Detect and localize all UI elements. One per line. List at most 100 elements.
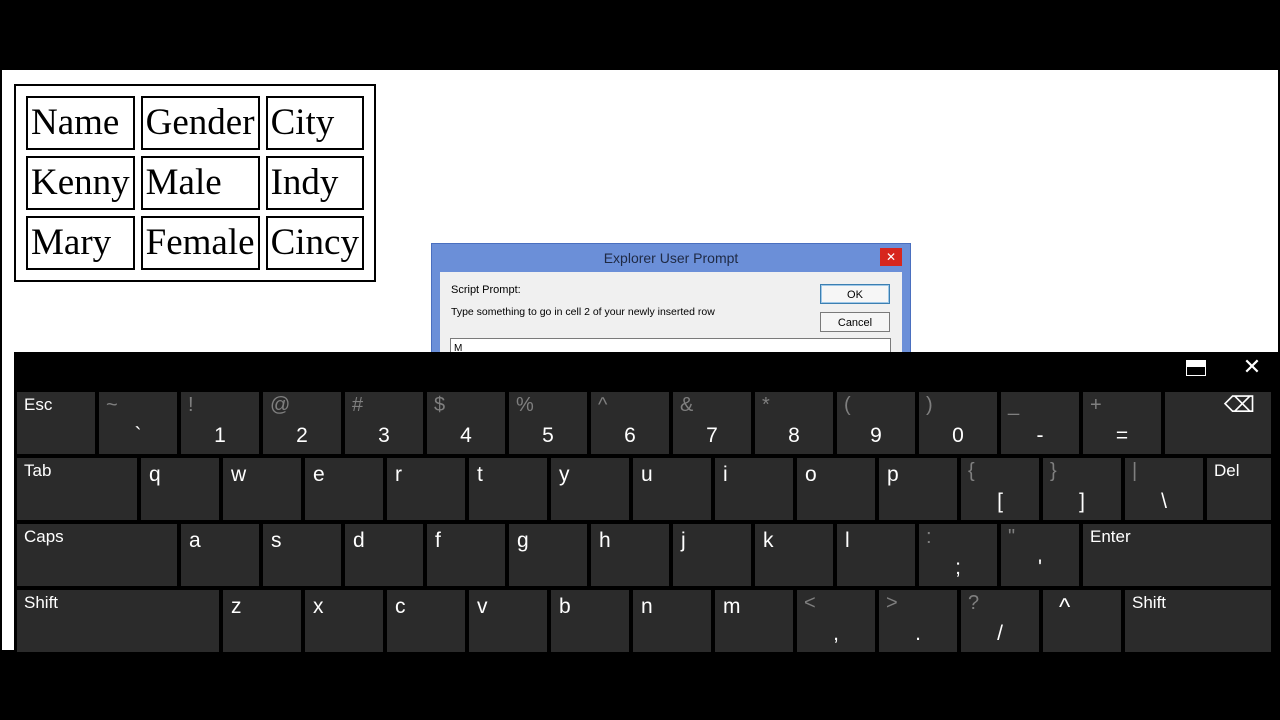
key-d[interactable]: d [345,524,423,586]
key-symbol[interactable]: >. [879,590,957,652]
key-secondary-label: @ [270,394,291,416]
key-del[interactable]: Del [1207,458,1271,520]
key-v[interactable]: v [469,590,547,652]
key-label: = [1115,424,1129,447]
key-h[interactable]: h [591,524,669,586]
key-symbol[interactable]: ⌫ [1165,392,1271,454]
key-secondary-label: ~ [106,394,118,416]
keyboard-close-button[interactable]: ✕ [1242,356,1262,378]
key-symbol[interactable]: }] [1043,458,1121,520]
key-shift[interactable]: Shift [17,590,219,652]
key-symbol[interactable]: " ' [1001,524,1079,586]
key-e[interactable]: e [305,458,383,520]
key-secondary-label: * [762,394,770,416]
key-n[interactable]: n [633,590,711,652]
key-label: 6 [624,424,636,447]
keyboard-titlebar: ✕ [14,352,1280,388]
key-secondary-label: ^ [598,394,608,416]
key-label: n [641,595,653,618]
table-cell: City [265,96,364,150]
key-u[interactable]: u [633,458,711,520]
key-label: ' [1037,556,1042,579]
key-o[interactable]: o [797,458,875,520]
key-symbol[interactable]: | \ [1125,458,1203,520]
key-label: b [559,595,571,618]
key-label: q [149,463,161,486]
key-w[interactable]: w [223,458,301,520]
ok-button[interactable]: OK [820,284,890,304]
key-symbol[interactable]: <, [797,590,875,652]
key-7[interactable]: & 7 [673,392,751,454]
key-8[interactable]: * 8 [755,392,833,454]
dialog-close-button[interactable]: ✕ [880,248,902,266]
key-x[interactable]: x [305,590,383,652]
key-label: a [189,529,201,552]
key-5[interactable]: % 5 [509,392,587,454]
key-symbol[interactable]: + = [1083,392,1161,454]
key-3[interactable]: #3 [345,392,423,454]
key-enter[interactable]: Enter [1083,524,1271,586]
key-secondary-label: ) [926,394,933,416]
key-label: Shift [24,593,59,612]
key-g[interactable]: g [509,524,587,586]
key-k[interactable]: k [755,524,833,586]
touch-keyboard: ✕ Esc ~ `! 1 @2 #3 $4% 5 ^ 6 & 7 * 8(9) 0 _ - + = ⌫ Tab q w e r t… [14,352,1280,652]
key-m[interactable]: m [715,590,793,652]
key-secondary-label: % [516,394,534,416]
key-label: 9 [870,424,882,447]
key-f[interactable]: f [427,524,505,586]
key-label: h [599,529,611,552]
key-2[interactable]: @2 [263,392,341,454]
key-b[interactable]: b [551,590,629,652]
key-label: j [681,529,686,552]
key-s[interactable]: s [263,524,341,586]
key-9[interactable]: (9 [837,392,915,454]
key-secondary-label: ? [968,592,980,614]
key-q[interactable]: q [141,458,219,520]
key-symbol[interactable]: {[ [961,458,1039,520]
key-symbol[interactable]: ? / [961,590,1039,652]
key-shift[interactable]: Shift [1125,590,1271,652]
key-secondary-label: < [804,592,816,614]
key-0[interactable]: ) 0 [919,392,997,454]
key-label: r [395,463,402,486]
key-label: 1 [214,424,226,447]
key-tab[interactable]: Tab [17,458,137,520]
key-i[interactable]: i [715,458,793,520]
key-secondary-label: & [680,394,694,416]
key-4[interactable]: $4 [427,392,505,454]
key-esc[interactable]: Esc [17,392,95,454]
key-symbol[interactable]: ~ ` [99,392,177,454]
key-label: u [641,463,653,486]
dock-keyboard-button[interactable] [1186,360,1206,376]
key-6[interactable]: ^ 6 [591,392,669,454]
key-c[interactable]: c [387,590,465,652]
key-p[interactable]: p [879,458,957,520]
key-a[interactable]: a [181,524,259,586]
key-y[interactable]: y [551,458,629,520]
key-l[interactable]: l [837,524,915,586]
chevron-up-icon: ^ [1059,594,1071,621]
key-j[interactable]: j [673,524,751,586]
key-symbol[interactable]: ^ [1043,590,1121,652]
key-label: e [313,463,325,486]
cancel-button[interactable]: Cancel [820,312,890,332]
dialog-title: Explorer User Prompt [603,250,739,266]
key-label: Esc [24,395,53,414]
key-secondary-label: { [968,460,975,482]
key-label: Shift [1132,593,1167,612]
key-caps[interactable]: Caps [17,524,177,586]
key-label: 4 [460,424,472,447]
key-r[interactable]: r [387,458,465,520]
key-secondary-label: + [1090,394,1102,416]
close-icon: ✕ [1242,354,1262,379]
key-symbol[interactable]: _ - [1001,392,1079,454]
table-cell: Name [26,96,135,150]
key-secondary-label: } [1050,460,1057,482]
key-t[interactable]: t [469,458,547,520]
key-label: v [477,595,488,618]
key-1[interactable]: ! 1 [181,392,259,454]
key-z[interactable]: z [223,590,301,652]
key-symbol[interactable]: :; [919,524,997,586]
key-label: ] [1079,490,1085,513]
